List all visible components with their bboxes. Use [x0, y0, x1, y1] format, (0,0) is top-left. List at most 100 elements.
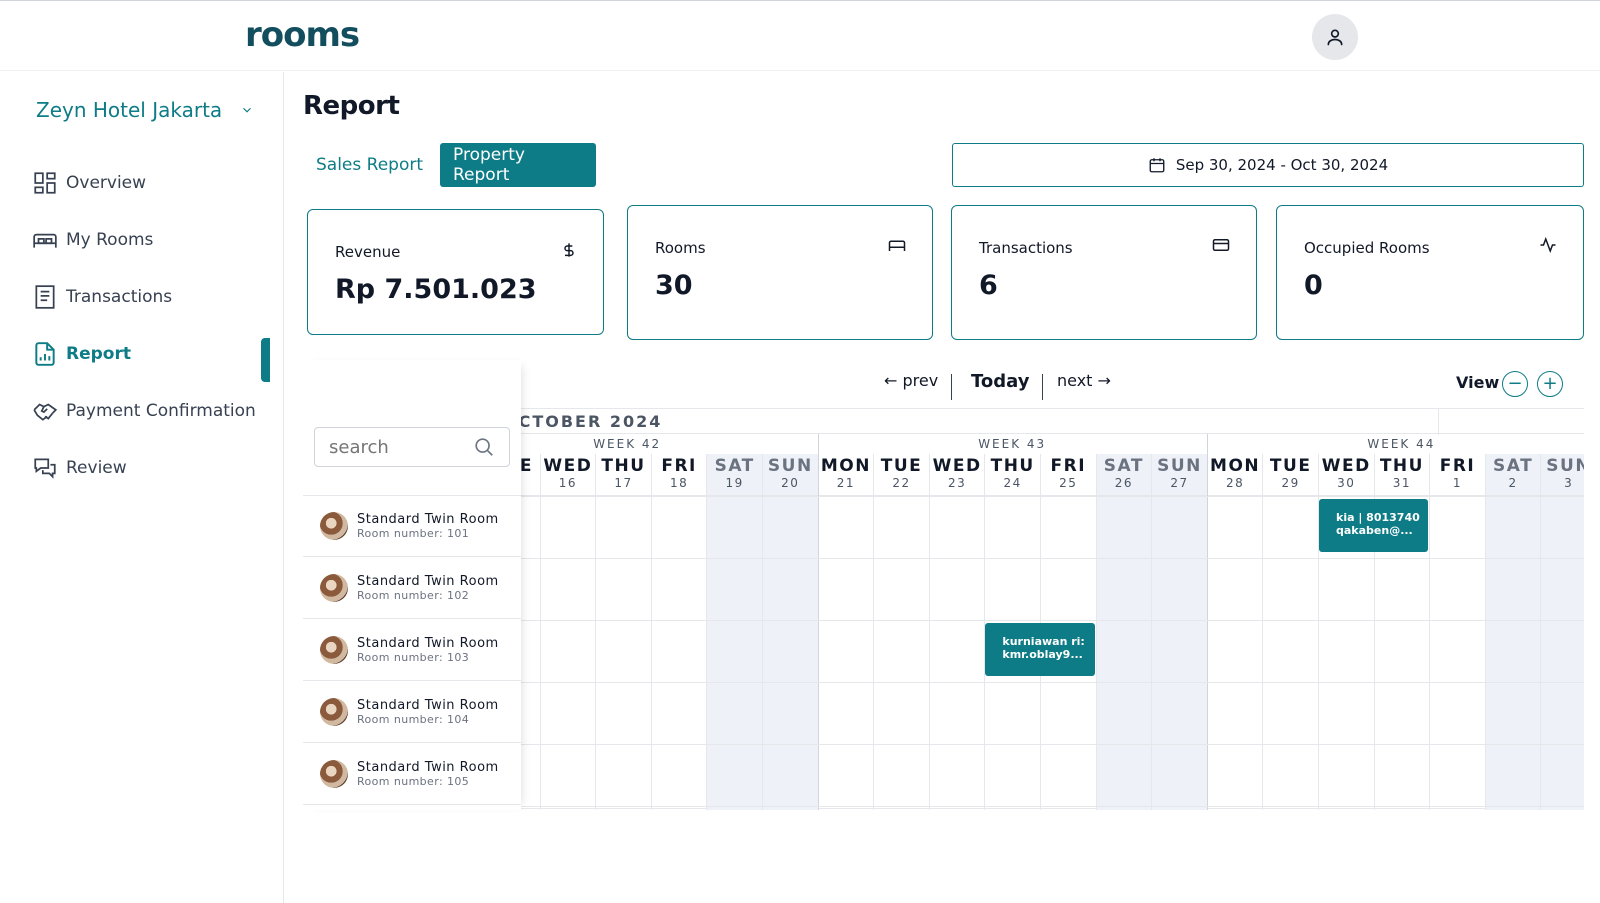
sidebar-item-report[interactable]: Report [32, 341, 131, 367]
search-icon[interactable] [473, 436, 495, 458]
day-column[interactable]: SUN 20 [762, 454, 818, 810]
month-header: OCTOBER 2024 [521, 408, 1584, 435]
day-column[interactable]: WED 23 [928, 454, 985, 810]
revenue-value: Rp 7.501.023 [335, 274, 537, 305]
sidebar-item-my-rooms[interactable]: My Rooms [32, 227, 153, 253]
booking-email: kmr.oblay9... [1002, 648, 1083, 661]
view-label: View [1456, 373, 1500, 392]
booking-guest: kia | 8013740 [1336, 511, 1420, 524]
row-divider [521, 806, 1584, 807]
room-row[interactable]: Standard Twin Room Room number: 105 [303, 743, 521, 805]
day-header: SAT 19 [707, 454, 762, 496]
occupied-rooms-value: 0 [1304, 270, 1323, 301]
day-column[interactable]: FRI 1 [1429, 454, 1485, 810]
tab-property-report[interactable]: Property Report [440, 143, 596, 187]
day-header: THU 31 [1374, 454, 1430, 496]
hotel-selector[interactable]: Zeyn Hotel Jakarta [36, 98, 254, 122]
day-header: FRI 18 [651, 454, 707, 496]
transactions-label: Transactions [979, 239, 1073, 257]
room-row[interactable]: Standard Twin Room Room number: 104 [303, 681, 521, 743]
zoom-in-button[interactable]: + [1537, 371, 1563, 397]
day-column[interactable]: SAT 26 [1095, 454, 1152, 810]
day-name: THU [601, 456, 646, 476]
day-column[interactable]: THU 17 [595, 454, 651, 810]
sidebar-item-overview[interactable]: Overview [32, 170, 146, 196]
week-separator [1206, 434, 1208, 810]
day-number: 28 [1225, 476, 1245, 490]
occupied-rooms-card: Occupied Rooms 0 [1276, 205, 1584, 340]
bed-icon [888, 236, 906, 258]
search-input[interactable] [329, 436, 459, 458]
day-number: 16 [558, 476, 578, 490]
sidebar: Zeyn Hotel Jakarta Overview My Rooms Tra… [0, 72, 284, 903]
day-column[interactable]: SUN 3 [1540, 454, 1584, 810]
day-name: THU [1379, 456, 1424, 476]
day-column[interactable]: SAT 19 [706, 454, 762, 810]
day-name: FRI [1050, 456, 1087, 476]
room-avatar [320, 512, 348, 540]
booking-block[interactable]: kurniawan ri: kmr.oblay9... [985, 623, 1095, 676]
sidebar-item-payment-confirmation[interactable]: Payment Confirmation [32, 398, 256, 424]
day-header: TUE 29 [1263, 454, 1318, 496]
sidebar-item-review[interactable]: Review [32, 455, 127, 481]
dollar-icon [561, 240, 577, 264]
day-column[interactable]: TUE 22 [873, 454, 929, 810]
room-number: Room number: 102 [357, 588, 470, 602]
day-column[interactable]: TUE15 [521, 454, 540, 810]
sidebar-item-label: Review [66, 458, 127, 478]
day-number: 24 [1003, 476, 1022, 490]
day-number: 26 [1114, 476, 1134, 490]
day-header: SAT 2 [1485, 454, 1541, 496]
day-number: 22 [892, 476, 911, 490]
day-number: 29 [1281, 476, 1300, 490]
week-separator [817, 434, 819, 810]
sidebar-item-transactions[interactable]: Transactions [32, 284, 172, 310]
day-column[interactable]: WED 16 [539, 454, 596, 810]
day-name: WED [932, 456, 982, 476]
handshake-icon [33, 403, 58, 421]
week-label: WEEK 42 [593, 437, 662, 451]
day-column[interactable]: MON 28 [1206, 454, 1263, 810]
day-name: FRI [1439, 456, 1476, 476]
day-column[interactable]: MON 21 [817, 454, 874, 810]
user-profile-button[interactable] [1312, 14, 1358, 60]
day-name: SUN [767, 456, 813, 476]
day-number: 3 [1564, 476, 1574, 490]
row-divider [521, 620, 1584, 621]
room-row[interactable]: Standard Twin Room Room number: 102 [303, 557, 521, 619]
rooms-logo[interactable]: rooms [245, 15, 360, 55]
zoom-out-button[interactable]: − [1502, 371, 1528, 397]
day-number: 23 [947, 476, 967, 490]
day-number: 15 [521, 476, 540, 490]
next-button[interactable]: next → [1057, 371, 1111, 390]
date-range-text: Sep 30, 2024 - Oct 30, 2024 [1175, 156, 1389, 174]
day-column[interactable]: SAT 2 [1484, 454, 1541, 810]
room-avatar [320, 635, 348, 664]
today-button[interactable]: Today [971, 371, 1029, 392]
bed-icon [33, 233, 57, 248]
receipt-icon [35, 285, 55, 309]
day-header: MON 28 [1207, 454, 1263, 496]
room-row[interactable]: Standard Twin Room Room number: 101 [303, 495, 521, 557]
day-column[interactable]: TUE 29 [1262, 454, 1318, 810]
tab-sales-report[interactable]: Sales Report [303, 143, 436, 187]
grid-icon [34, 172, 56, 194]
day-name: SAT [714, 456, 755, 476]
booking-block[interactable]: kia | 8013740 qakaben@... [1319, 499, 1429, 552]
day-header: FRI 1 [1430, 454, 1485, 496]
day-number: 27 [1170, 476, 1189, 490]
day-column[interactable]: SUN 27 [1151, 454, 1207, 810]
room-row[interactable]: Standard Twin Room Room number: 103 [303, 619, 521, 681]
day-column[interactable]: FRI 18 [650, 454, 707, 810]
prev-button[interactable]: ← prev [884, 371, 938, 390]
day-header: THU 24 [985, 454, 1040, 496]
day-header: WED 16 [540, 454, 596, 496]
day-name: SAT [1493, 456, 1534, 476]
day-header: THU 17 [596, 454, 651, 496]
week-label: WEEK 43 [978, 437, 1047, 451]
revenue-card: Revenue Rp 7.501.023 [307, 209, 604, 335]
day-header: SAT 26 [1096, 454, 1152, 496]
occupied-rooms-label: Occupied Rooms [1304, 239, 1430, 257]
search-field[interactable] [314, 427, 510, 467]
date-range-picker[interactable]: Sep 30, 2024 - Oct 30, 2024 [952, 143, 1584, 187]
